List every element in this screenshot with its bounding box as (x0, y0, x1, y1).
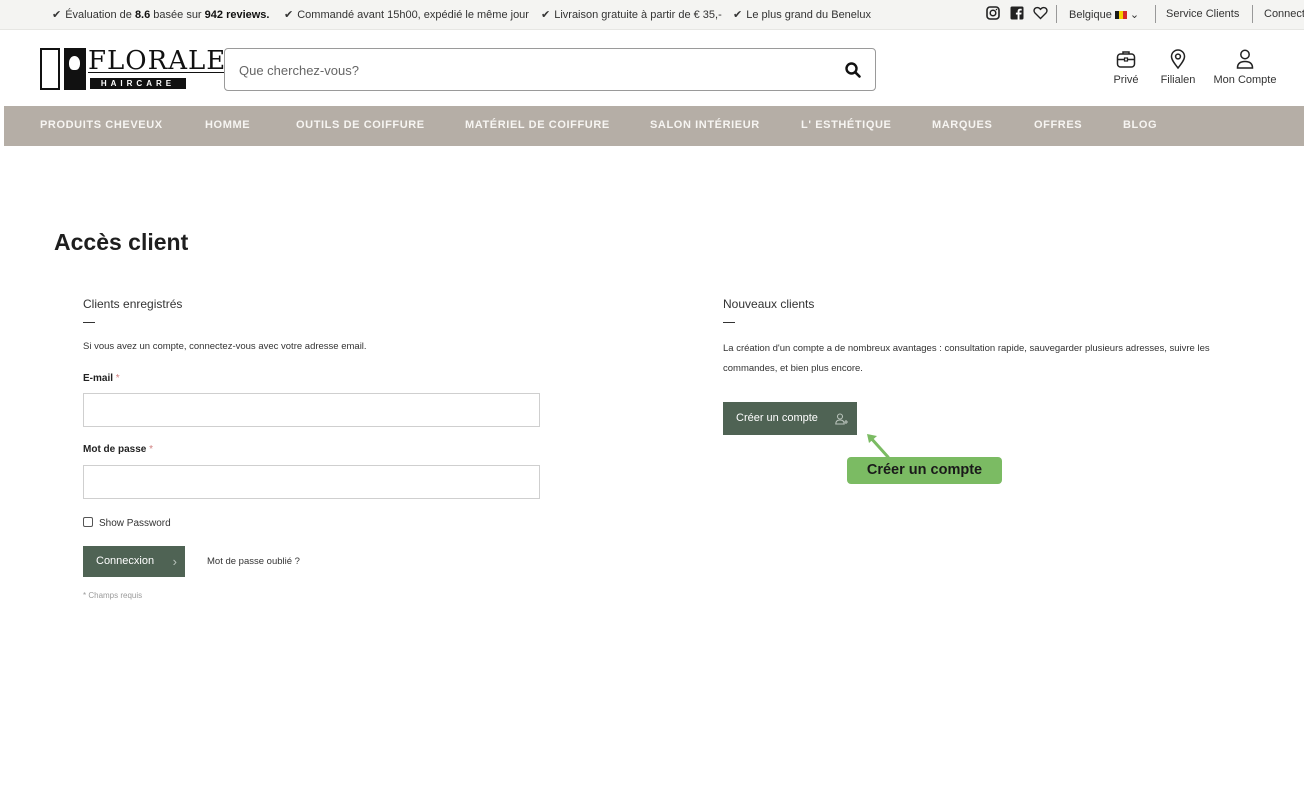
check-icon: ✔ (541, 9, 551, 21)
briefcase-icon (1116, 51, 1136, 68)
nav-item-marques[interactable]: MARQUES (932, 119, 992, 131)
heart-icon[interactable] (1033, 6, 1048, 23)
title-underline (83, 322, 95, 323)
login-intro-text: Si vous avez un compte, connectez-vous a… (83, 341, 367, 352)
email-field[interactable] (83, 393, 540, 427)
chevron-right-icon: › (172, 554, 177, 569)
email-label: E-mail * (83, 373, 120, 384)
page-title: Accès client (54, 229, 189, 255)
usp-shipping: ✔ Commandé avant 15h00, expédié le même j… (284, 9, 529, 21)
usp-free-delivery: ✔ Livraison gratuite à partir de € 35,- (541, 9, 722, 21)
title-underline (723, 322, 735, 323)
facebook-icon[interactable] (1010, 6, 1024, 23)
divider (1252, 5, 1253, 23)
nav-item-salon-interieur[interactable]: SALON INTÉRIEUR (650, 119, 760, 131)
new-customers-text-line2: commandes, et bien plus encore. (723, 363, 863, 374)
search-icon[interactable] (843, 60, 863, 80)
nav-item-materiel-de-coiffure[interactable]: MATÉRIEL DE COIFFURE (465, 119, 610, 131)
divider (1155, 5, 1156, 23)
usp-rating: ✔ Évaluation de 8.6 basée sur 942 reviews… (52, 9, 270, 21)
add-user-icon (835, 403, 849, 436)
filialen-link[interactable]: Filialen (1158, 48, 1198, 86)
service-clients-link[interactable]: Service Clients (1166, 8, 1239, 20)
instagram-icon[interactable] (986, 6, 1000, 23)
check-icon: ✔ (284, 9, 294, 21)
usp-benelux: ✔ Le plus grand du Benelux (733, 9, 871, 21)
password-label: Mot de passe * (83, 444, 154, 455)
account-link[interactable]: Mon Compte (1210, 48, 1280, 86)
nav-item-esthetique[interactable]: L' ESTHÉTIQUE (801, 119, 891, 131)
main-navigation: PRODUITS CHEVEUX HOMME OUTILS DE COIFFUR… (4, 106, 1304, 146)
create-account-button[interactable]: Créer un compte (723, 402, 857, 435)
chevron-down-icon: ⌄ (1126, 9, 1140, 21)
belgium-flag-icon (1114, 11, 1127, 19)
show-password-option[interactable]: Show Password (83, 517, 171, 529)
new-customers-title: Nouveaux clients (723, 297, 815, 311)
florale-logo[interactable]: FLORALE HAIRCARE (40, 46, 225, 90)
logo-face-icon (64, 48, 86, 90)
nav-item-offres[interactable]: OFFRES (1034, 119, 1082, 131)
login-button[interactable]: Connecxion › (83, 546, 185, 577)
prive-link[interactable]: Privé (1110, 48, 1142, 86)
search-bar (224, 48, 876, 91)
user-icon (1236, 49, 1254, 69)
usp-bar: ✔ Évaluation de 8.6 basée sur 942 reviews… (0, 0, 1304, 30)
nav-item-homme[interactable]: HOMME (205, 119, 250, 131)
search-input[interactable] (239, 59, 819, 81)
password-field[interactable] (83, 465, 540, 499)
check-icon: ✔ (52, 9, 62, 21)
annotation-arrow-icon (867, 434, 890, 459)
divider (1056, 5, 1057, 23)
new-customers-text-line1: La création d'un compte a de nombreux av… (723, 343, 1210, 354)
nav-item-blog[interactable]: BLOG (1123, 119, 1157, 131)
required-fields-note: * Champs requis (83, 591, 143, 600)
country-selector[interactable]: Belgique ⌄ (1069, 8, 1139, 21)
registered-customers-title: Clients enregistrés (83, 297, 183, 311)
nav-item-outils-de-coiffure[interactable]: OUTILS DE COIFFURE (296, 119, 425, 131)
forgot-password-link[interactable]: Mot de passe oublié ? (207, 556, 300, 567)
annotation-callout: Créer un compte (847, 457, 1002, 484)
connect-link[interactable]: Connect (1264, 8, 1304, 20)
nav-item-produits-cheveux[interactable]: PRODUITS CHEVEUX (40, 119, 163, 131)
show-password-checkbox[interactable] (83, 517, 93, 527)
check-icon: ✔ (733, 9, 743, 21)
location-pin-icon (1170, 49, 1186, 70)
